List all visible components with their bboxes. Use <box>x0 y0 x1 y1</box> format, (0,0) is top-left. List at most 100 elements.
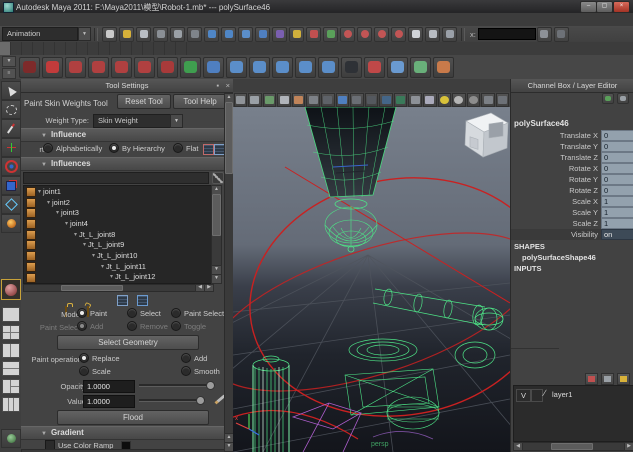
shelf-icon[interactable] <box>249 57 270 78</box>
attribute-value[interactable]: 0 <box>601 174 633 185</box>
reset-tool-button[interactable]: Reset Tool <box>117 94 171 109</box>
move-tool-icon[interactable] <box>1 138 21 157</box>
attribute-value[interactable]: 0 <box>601 152 633 163</box>
layer-icon[interactable] <box>585 373 598 385</box>
menu-set-dropdown[interactable]: Animation <box>2 27 78 41</box>
tool-help-button[interactable]: Tool Help <box>173 94 227 109</box>
viewport-toolbar-icon[interactable] <box>423 93 437 107</box>
scroll-thumb[interactable] <box>212 194 221 236</box>
close-button[interactable]: × <box>613 1 630 13</box>
status-icon[interactable] <box>374 27 389 42</box>
shelf-menu-icon[interactable]: ≡ <box>2 68 16 79</box>
influence-row[interactable]: ▾ Jt_L_joint8 <box>24 229 212 240</box>
shelf-icon[interactable] <box>88 57 109 78</box>
viewport-toolbar-icon[interactable] <box>263 93 277 107</box>
viewport-canvas[interactable]: x persp <box>233 107 510 452</box>
attribute-value[interactable]: 0 <box>601 130 633 141</box>
viewport-toolbar-icon[interactable] <box>306 93 320 107</box>
sort-influences-icon[interactable] <box>117 295 128 306</box>
paint-op-scale-radio[interactable]: Scale <box>79 366 111 376</box>
shelf-icon[interactable] <box>203 57 224 78</box>
channel-attribute-row[interactable]: Scale Y 1 <box>511 207 633 218</box>
status-icon[interactable] <box>442 27 457 42</box>
viewport-toolbar-icon[interactable] <box>408 93 422 107</box>
layer-list[interactable]: V ∕ layer1 <box>513 385 633 442</box>
shelf-icon[interactable] <box>387 57 408 78</box>
four-pane-layout-button[interactable] <box>2 325 20 340</box>
layer-editor-tab[interactable] <box>511 348 527 349</box>
shelf-tab[interactable] <box>88 42 99 55</box>
shelf-icon[interactable] <box>42 57 63 78</box>
channel-attribute-row[interactable]: Translate Z 0 <box>511 152 633 163</box>
layer-hscroll-right-icon[interactable]: ▶ <box>624 442 633 451</box>
shelf-icon[interactable] <box>272 57 293 78</box>
expander-icon[interactable]: ▾ <box>83 241 86 248</box>
viewport-toolbar-icon[interactable] <box>481 93 495 107</box>
channel-attribute-row[interactable]: Translate X 0 <box>511 130 633 141</box>
mode-paint-radio[interactable]: Paint <box>77 308 107 318</box>
attribute-value[interactable]: 1 <box>601 196 633 207</box>
gradient-section-header[interactable]: ▼Gradient <box>21 426 233 440</box>
shelf-icon[interactable] <box>364 57 385 78</box>
universal-manipulator-icon[interactable] <box>1 195 21 214</box>
mode-select-radio[interactable]: Select <box>127 308 161 318</box>
layer-icon[interactable] <box>617 373 630 385</box>
shelf-tab[interactable] <box>33 42 44 55</box>
influence-section-header[interactable]: ▼Influence <box>21 128 233 142</box>
panel-close-icon[interactable]: × <box>226 79 230 92</box>
status-separator[interactable] <box>461 28 465 41</box>
shelf-icon[interactable] <box>226 57 247 78</box>
shelf-tab[interactable] <box>11 42 22 55</box>
influence-row[interactable]: ▾ joint1 <box>24 186 212 197</box>
weight-type-dropdown[interactable]: Skin Weight <box>93 114 175 128</box>
paint-op-replace-radio[interactable]: Replace <box>79 353 120 363</box>
status-icon[interactable] <box>408 27 423 42</box>
channel-attribute-row[interactable]: Rotate Y 0 <box>511 174 633 185</box>
layer-playback-toggle[interactable] <box>531 389 543 402</box>
status-icon[interactable] <box>238 27 253 42</box>
layer-visibility-toggle[interactable]: V <box>516 389 531 402</box>
shelf-tab[interactable] <box>55 42 66 55</box>
paint-select-tool-icon[interactable] <box>1 119 21 138</box>
paint-op-smooth-radio[interactable]: Smooth <box>181 366 220 376</box>
shelf-icon[interactable] <box>410 57 431 78</box>
influence-row[interactable]: ▾ Jt_L_joint9 <box>24 239 212 250</box>
channel-box-header[interactable]: Channel Box / Layer Editor <box>511 79 633 93</box>
channel-attribute-row[interactable]: Visibility on <box>511 229 633 240</box>
hscroll-thumb[interactable] <box>61 285 123 291</box>
influences-section-header[interactable]: ▼Influences <box>21 157 233 171</box>
channelbox-icon[interactable] <box>617 93 629 104</box>
status-icon[interactable] <box>306 27 321 42</box>
viewport-toolbar-icon[interactable] <box>365 93 379 107</box>
shelf-tab[interactable] <box>132 42 143 55</box>
status-icon[interactable] <box>170 27 185 42</box>
status-icon[interactable] <box>357 27 372 42</box>
viewport-toolbar-icon[interactable] <box>292 93 306 107</box>
shelf-tab[interactable] <box>176 42 187 55</box>
status-separator[interactable] <box>94 28 98 41</box>
value-field[interactable]: 1.0000 <box>83 395 135 408</box>
current-tool-paint-skin-weights-icon[interactable] <box>1 279 21 300</box>
filter-wrench-icon[interactable] <box>212 172 224 184</box>
viewport-toolbar-icon[interactable] <box>277 93 291 107</box>
select-geometry-button[interactable]: Select Geometry <box>57 335 199 350</box>
status-icon[interactable] <box>391 27 406 42</box>
expander-icon[interactable]: ▾ <box>65 220 68 227</box>
channel-attribute-row[interactable]: Translate Y 0 <box>511 141 633 152</box>
value-slider[interactable] <box>139 394 205 406</box>
shelf-icon[interactable] <box>19 57 40 78</box>
mode-paint-select-radio[interactable]: Paint Select <box>171 308 224 318</box>
viewport-toolbar-icon[interactable] <box>248 93 262 107</box>
layer-hscroll-thumb[interactable] <box>551 443 593 450</box>
shelf-tab-arrow-icon[interactable]: ▼ <box>2 56 16 67</box>
shelf-icon[interactable] <box>341 57 362 78</box>
expander-icon[interactable]: ▾ <box>47 199 50 206</box>
shelf-tab[interactable] <box>66 42 77 55</box>
shelf-tab[interactable] <box>110 42 121 55</box>
show-manipulator-icon[interactable] <box>537 27 552 42</box>
viewport-toolbar-icon[interactable] <box>350 93 364 107</box>
three-column-layout-button[interactable] <box>2 397 20 412</box>
status-icon[interactable] <box>425 27 440 42</box>
status-icon[interactable] <box>187 27 202 42</box>
status-icon[interactable] <box>272 27 287 42</box>
